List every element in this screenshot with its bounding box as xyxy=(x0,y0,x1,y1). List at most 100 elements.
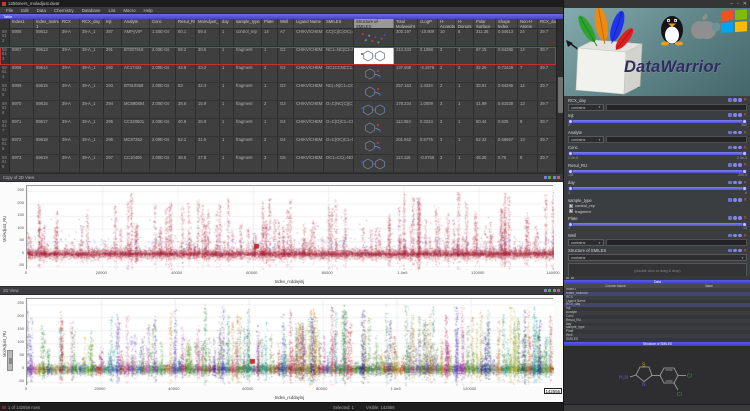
table-row[interactable]: 5961559095961539-A39-A_1293BT8103582.00E… xyxy=(0,83,556,101)
filter-invert-icon[interactable] xyxy=(733,131,737,135)
filter-settings-icon[interactable] xyxy=(728,146,732,150)
slider-max-thumb[interactable] xyxy=(742,186,747,191)
detail-tab[interactable] xyxy=(571,277,574,280)
table-row[interactable]: 5961459085961439-A39-A_1292AC174322.00E-… xyxy=(0,65,556,83)
slider-max-thumb[interactable] xyxy=(742,119,747,124)
table-row[interactable]: 5961859725961839-A39-A_1296MC873522.00E-… xyxy=(0,137,556,155)
column-header[interactable]: Conc xyxy=(150,19,176,28)
column-header[interactable]: Plate xyxy=(262,19,278,28)
range-slider[interactable] xyxy=(568,186,747,192)
slider-max-thumb[interactable] xyxy=(742,151,747,156)
range-slider[interactable] xyxy=(568,118,747,124)
filter-operator-select[interactable]: contains▼ xyxy=(568,239,604,246)
filter-settings-icon[interactable] xyxy=(728,234,732,238)
filter-close-icon[interactable]: ✕ xyxy=(743,113,747,117)
filter-animate-icon[interactable] xyxy=(738,98,742,102)
filter-animate-icon[interactable] xyxy=(738,234,742,238)
column-header[interactable]: cLogP xyxy=(418,19,438,28)
filter-animate-icon[interactable] xyxy=(738,198,742,202)
column-header[interactable]: Index_molnum 1 xyxy=(34,19,60,28)
column-header[interactable]: Ligand Name xyxy=(294,19,324,28)
filter-settings-icon[interactable] xyxy=(728,131,732,135)
filter-invert-icon[interactable] xyxy=(733,234,737,238)
table-vertical-scrollbar[interactable] xyxy=(556,19,563,173)
filter-invert-icon[interactable] xyxy=(733,98,737,102)
slider-min-thumb[interactable] xyxy=(568,222,573,227)
filter-settings-icon[interactable] xyxy=(728,181,732,185)
slider-max-thumb[interactable] xyxy=(742,222,747,227)
range-slider[interactable] xyxy=(568,151,747,157)
column-header[interactable]: Resul_RU xyxy=(176,19,196,28)
filter-close-icon[interactable]: ✕ xyxy=(743,234,747,238)
column-header[interactable]: H-Donors xyxy=(456,19,474,28)
filter-close-icon[interactable]: ✕ xyxy=(743,98,747,102)
filter-invert-icon[interactable] xyxy=(733,249,737,253)
filter-operator-select[interactable]: contains▼ xyxy=(568,136,604,143)
column-header[interactable]: Total Molweight xyxy=(394,19,418,28)
filter-animate-icon[interactable] xyxy=(738,113,742,117)
column-header[interactable]: Structure of SMILES xyxy=(354,19,394,28)
slider-max-thumb[interactable] xyxy=(742,169,747,174)
filter-settings-icon[interactable] xyxy=(728,113,732,117)
range-slider[interactable] xyxy=(568,168,747,174)
filter-invert-icon[interactable] xyxy=(733,163,737,167)
filter-text-input[interactable] xyxy=(606,136,747,143)
column-header[interactable]: Analyte xyxy=(122,19,150,28)
column-header[interactable]: Shape Index xyxy=(496,19,518,28)
menu-item-macro[interactable]: Macro xyxy=(119,8,139,13)
table-row[interactable]: 5961759715961739-A39-A_1295CC3205012.00E… xyxy=(0,119,556,137)
filter-close-icon[interactable]: ✕ xyxy=(743,131,747,135)
column-header[interactable]: Non-H Atoms xyxy=(518,19,538,28)
view-color-icon[interactable] xyxy=(548,176,551,179)
filter-close-icon[interactable]: ✕ xyxy=(743,146,747,150)
filter-invert-icon[interactable] xyxy=(733,146,737,150)
view-close-icon[interactable] xyxy=(557,176,560,179)
maximize-icon[interactable]: ▫ xyxy=(737,0,739,8)
slider-thumb[interactable] xyxy=(9,358,12,364)
slider-min-thumb[interactable] xyxy=(568,119,573,124)
column-header[interactable]: day xyxy=(220,19,234,28)
view-copy-2d-titlebar[interactable]: Copy of 2D View xyxy=(0,174,563,182)
filter-animate-icon[interactable] xyxy=(738,131,742,135)
column-header[interactable]: MolAdjust_RU xyxy=(196,19,220,28)
filter-animate-icon[interactable] xyxy=(738,249,742,253)
slider-min-thumb[interactable] xyxy=(568,151,573,156)
filter-invert-icon[interactable] xyxy=(733,113,737,117)
filter-animate-icon[interactable] xyxy=(738,181,742,185)
column-header[interactable]: Injt xyxy=(104,19,122,28)
filter-animate-icon[interactable] xyxy=(738,146,742,150)
view-zoom-icon[interactable] xyxy=(553,289,556,292)
data-table[interactable]: Index1Index_molnum 1RCXRCX_dayInjtAnalyt… xyxy=(0,19,556,173)
structure-drop-area[interactable]: (double click or drag & drop) xyxy=(568,263,747,277)
structure-operator-select[interactable]: contains▼ xyxy=(568,254,747,261)
plot-area[interactable] xyxy=(26,298,553,385)
filter-close-icon[interactable]: ✕ xyxy=(743,163,747,167)
filter-invert-icon[interactable] xyxy=(733,198,737,202)
menu-item-list[interactable]: List xyxy=(105,8,120,13)
menu-item-data[interactable]: Data xyxy=(33,8,50,13)
view-close-icon[interactable] xyxy=(557,289,560,292)
menu-item-edit[interactable]: Edit xyxy=(17,8,33,13)
table-row[interactable]: 5961659705961639-A39-A_1294MC8908942.00E… xyxy=(0,101,556,119)
column-header[interactable]: Well xyxy=(278,19,294,28)
filter-close-icon[interactable]: ✕ xyxy=(743,181,747,185)
column-header[interactable]: RCX_day_medians xyxy=(538,19,556,28)
menu-item-file[interactable]: File xyxy=(2,8,17,13)
slider-min-thumb[interactable] xyxy=(568,169,573,174)
detail-tab[interactable] xyxy=(566,277,569,280)
filter-text-input[interactable] xyxy=(606,239,747,246)
filter-operator-select[interactable]: contains▼ xyxy=(568,104,604,111)
checkbox-icon[interactable]: ✓ xyxy=(569,204,573,208)
menu-item-chemistry[interactable]: Chemistry xyxy=(50,8,78,13)
filter-close-icon[interactable]: ✕ xyxy=(743,249,747,253)
table-row[interactable]: 5961259065961239-A39-A_1287AMPyVIP1.50E-… xyxy=(0,29,556,47)
menu-item-database[interactable]: Database xyxy=(78,8,105,13)
filter-settings-icon[interactable] xyxy=(728,249,732,253)
view-config-icon[interactable] xyxy=(544,176,547,179)
table-row[interactable]: 5961359075961339-A39-A_1291BT8079182.00E… xyxy=(0,47,556,65)
y-axis-zoom-slider[interactable] xyxy=(7,350,13,371)
column-header[interactable]: Index1 xyxy=(10,19,34,28)
checkbox-option[interactable]: ✓fragment xyxy=(568,209,747,215)
filter-settings-icon[interactable] xyxy=(728,198,732,202)
checkbox-icon[interactable]: ✓ xyxy=(569,209,573,213)
